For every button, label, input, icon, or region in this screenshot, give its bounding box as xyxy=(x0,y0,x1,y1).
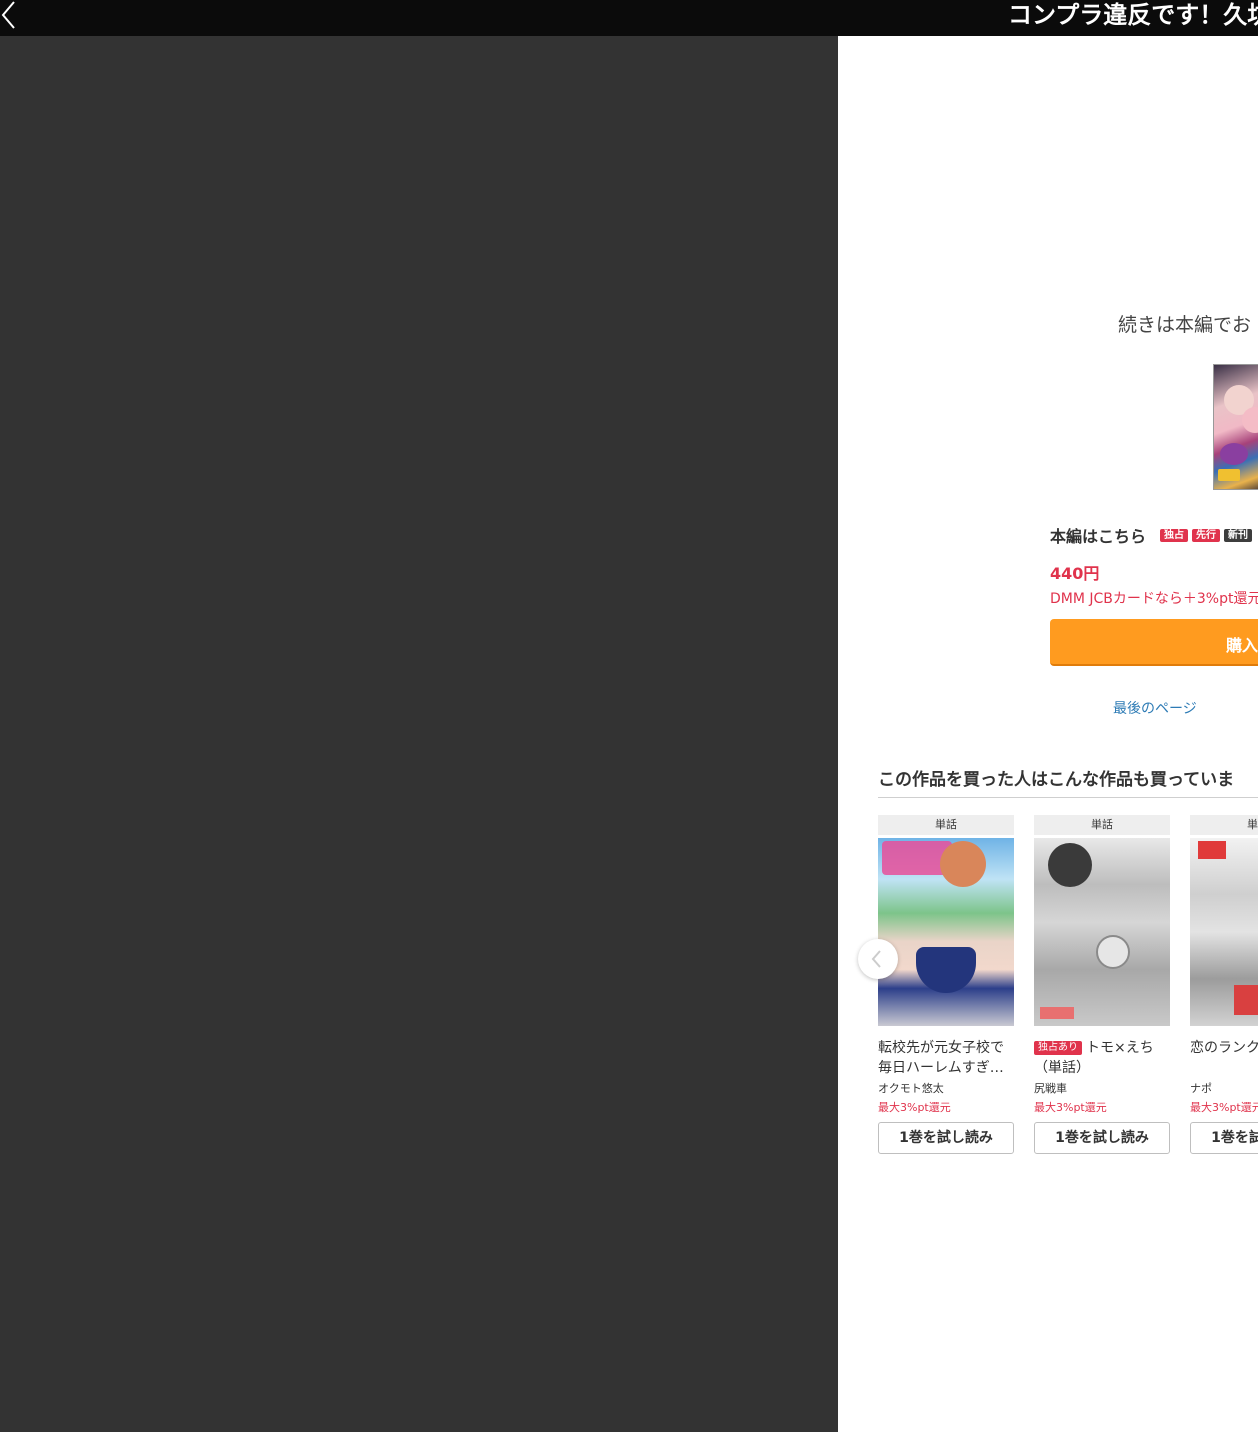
card-points: 最大3%pt還元 xyxy=(1190,1101,1258,1114)
divider xyxy=(878,797,1258,798)
trial-read-button[interactable]: 1巻を試し読み xyxy=(1034,1122,1170,1154)
early-release-badge: 先行 xyxy=(1192,528,1221,542)
chevron-left-icon xyxy=(1,1,15,29)
viewer-page: コンプラ違反です！久坊 続きは本編でお 本編はこちら 独占 先行 新刊 440円… xyxy=(0,0,1258,1432)
card-type-label: 単話 xyxy=(878,815,1014,835)
card-type-label: 単話 xyxy=(1034,815,1170,835)
point-note: DMM JCBカードなら＋3%pt還元 xyxy=(1050,591,1258,607)
card-type-label: 単話 xyxy=(1190,815,1258,835)
recommend-heading: この作品を買った人はこんな作品も買っていま xyxy=(878,770,1235,790)
exclusive-badge: 独占あり xyxy=(1034,1041,1082,1055)
card-cover[interactable] xyxy=(1034,835,1170,1026)
main-work-cover[interactable] xyxy=(1213,364,1258,490)
card-points: 最大3%pt還元 xyxy=(1034,1101,1107,1114)
last-page-link[interactable]: 最後のページ xyxy=(1113,698,1197,718)
main-work-label: 本編はこちら xyxy=(1050,527,1147,546)
end-of-sample-panel: 続きは本編でお 本編はこちら 独占 先行 新刊 440円 DMM JCBカードな… xyxy=(838,36,1258,1432)
price: 440円 xyxy=(1050,564,1100,583)
chevron-left-icon xyxy=(871,950,881,968)
exclusive-badge: 独占 xyxy=(1160,528,1189,542)
card-author[interactable]: ナポ xyxy=(1190,1081,1258,1097)
cover-logo xyxy=(1218,469,1240,481)
card-author[interactable]: オクモト悠太 xyxy=(878,1081,1014,1097)
carousel-prev-button[interactable] xyxy=(858,939,898,979)
cover-logo xyxy=(1198,841,1226,859)
back-button[interactable] xyxy=(0,0,20,30)
new-release-badge: 新刊 xyxy=(1224,528,1253,542)
cover-figure xyxy=(1242,407,1258,433)
cover-figure xyxy=(940,841,986,887)
viewer-top-bar: コンプラ違反です！久坊 xyxy=(0,0,1258,36)
buy-button[interactable]: 購入 xyxy=(1050,619,1258,666)
recommend-card[interactable]: 単話 転校先が元女子校で毎日ハーレムすぎ… オクモト悠太 最大3%pt還元 1巻… xyxy=(878,815,1014,1154)
cover-figure xyxy=(1048,843,1092,887)
card-cover[interactable] xyxy=(878,835,1014,1026)
continue-message: 続きは本編でお xyxy=(1118,314,1252,336)
card-title[interactable]: 独占あり トモ×えち（単話） xyxy=(1034,1038,1170,1078)
buy-button-label: 購入 xyxy=(1226,636,1258,655)
trial-read-button[interactable]: 1巻を試し読み xyxy=(1190,1122,1258,1154)
reader-blank-page xyxy=(0,36,838,1432)
recommend-card[interactable]: 単話 恋のランク（単話） ナポ 最大3%pt還元 1巻を試し読み xyxy=(1190,815,1258,1154)
cover-figure xyxy=(1096,935,1130,969)
recommend-card[interactable]: 単話 独占あり トモ×えち（単話） 尻戦車 最大3%pt還元 1巻を試し読み xyxy=(1034,815,1170,1154)
card-cover[interactable] xyxy=(1190,835,1258,1026)
card-title-text: 恋のランク（単話） xyxy=(1190,1040,1258,1056)
cover-logo xyxy=(1234,985,1258,1015)
card-title-text: 転校先が元女子校で毎日ハーレムすぎ… xyxy=(878,1040,1004,1076)
card-title[interactable]: 転校先が元女子校で毎日ハーレムすぎ… xyxy=(878,1038,1014,1078)
main-work-header: 本編はこちら 独占 先行 新刊 xyxy=(1050,523,1256,547)
cover-logo xyxy=(1040,1007,1074,1019)
trial-read-button[interactable]: 1巻を試し読み xyxy=(878,1122,1014,1154)
viewer-title: コンプラ違反です！久坊 xyxy=(1008,1,1258,29)
cover-logo xyxy=(1220,443,1248,465)
card-author[interactable]: 尻戦車 xyxy=(1034,1081,1170,1097)
card-title[interactable]: 恋のランク（単話） xyxy=(1190,1038,1258,1078)
card-points: 最大3%pt還元 xyxy=(878,1101,951,1114)
